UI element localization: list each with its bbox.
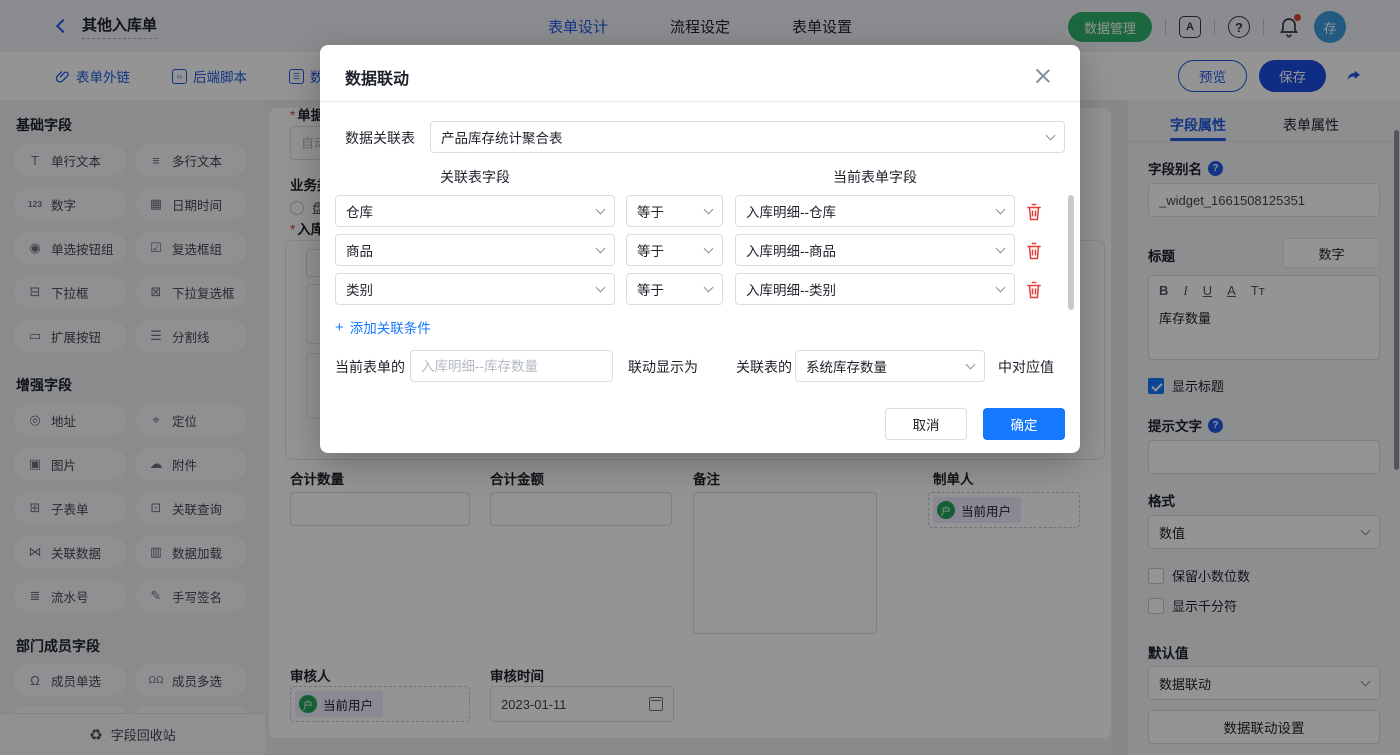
condition-right-select[interactable]: 入库明细--商品: [735, 234, 1015, 266]
delete-condition-icon[interactable]: [1025, 241, 1043, 261]
form-designer-app: 其他入库单 表单设计 流程设定 表单设置 数据管理 A ? 存 表单外链 ‹› …: [0, 0, 1400, 755]
chevron-down-icon: [996, 204, 1006, 214]
chevron-down-icon: [1046, 130, 1056, 140]
condition-right-select[interactable]: 入库明细--仓库: [735, 195, 1015, 227]
related-table-of-label: 关联表的: [736, 357, 792, 377]
chevron-down-icon: [596, 243, 606, 253]
condition-left-select[interactable]: 仓库: [335, 195, 615, 227]
delete-condition-icon[interactable]: [1025, 280, 1043, 300]
plus-icon: +: [335, 319, 344, 336]
delete-condition-icon[interactable]: [1025, 202, 1043, 222]
divider: [320, 101, 1080, 102]
chevron-down-icon: [704, 243, 714, 253]
conditions-scrollbar[interactable]: [1068, 195, 1074, 310]
current-form-label: 当前表单的: [335, 357, 405, 377]
condition-op-select[interactable]: 等于: [626, 234, 723, 266]
chevron-down-icon: [596, 282, 606, 292]
cancel-button[interactable]: 取消: [885, 408, 967, 440]
chevron-down-icon: [704, 204, 714, 214]
suffix-label: 中对应值: [998, 357, 1054, 377]
modal-title: 数据联动: [345, 65, 409, 89]
chevron-down-icon: [996, 282, 1006, 292]
close-icon[interactable]: [1034, 67, 1052, 85]
confirm-button[interactable]: 确定: [983, 408, 1065, 440]
add-condition-link[interactable]: + 添加关联条件: [335, 317, 431, 337]
chevron-down-icon: [704, 282, 714, 292]
condition-op-select[interactable]: 等于: [626, 273, 723, 305]
display-as-label: 联动显示为: [628, 357, 698, 377]
related-field-select[interactable]: 系统库存数量: [795, 350, 985, 382]
condition-op-select[interactable]: 等于: [626, 195, 723, 227]
condition-left-select[interactable]: 商品: [335, 234, 615, 266]
chevron-down-icon: [966, 359, 976, 369]
condition-left-select[interactable]: 类别: [335, 273, 615, 305]
current-field-input[interactable]: [410, 350, 613, 382]
data-linkage-modal: 数据联动 数据关联表 产品库存统计聚合表 关联表字段 当前表单字段 仓库 等于 …: [320, 45, 1080, 453]
chevron-down-icon: [996, 243, 1006, 253]
column-header-right: 当前表单字段: [735, 167, 1015, 187]
chevron-down-icon: [596, 204, 606, 214]
related-table-label: 数据关联表: [345, 128, 415, 148]
condition-right-select[interactable]: 入库明细--类别: [735, 273, 1015, 305]
column-header-left: 关联表字段: [335, 167, 615, 187]
related-table-select[interactable]: 产品库存统计聚合表: [430, 121, 1065, 153]
